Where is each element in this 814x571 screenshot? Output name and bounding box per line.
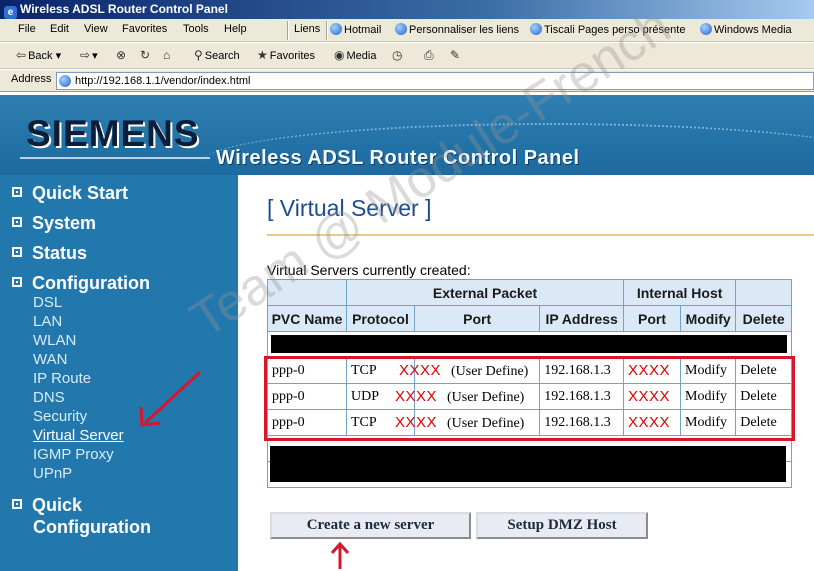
col-ip-address: IP Address [539, 305, 625, 332]
nav-wlan[interactable]: WLAN [33, 332, 76, 349]
back-button[interactable]: ⇦ Back ▾ [16, 48, 61, 62]
nav-quick-start[interactable]: Quick Start [12, 183, 128, 204]
globe-icon [530, 23, 542, 35]
nav-security[interactable]: Security [33, 408, 87, 425]
nav-configuration[interactable]: Configuration [12, 273, 150, 294]
refresh-button[interactable]: ↻ [140, 48, 152, 62]
media-button[interactable]: ◉ Media [334, 48, 376, 62]
search-icon: ⚲ [194, 48, 203, 62]
back-arrow-icon: ⇦ [16, 48, 27, 62]
page-icon [59, 75, 71, 87]
nav-lan[interactable]: LAN [33, 313, 62, 330]
favorites-button[interactable]: ★ Favorites [257, 48, 315, 62]
menu-view[interactable]: View [84, 23, 108, 35]
menu-help[interactable]: Help [224, 23, 247, 35]
globe-icon [330, 23, 342, 35]
home-button[interactable]: ⌂ [163, 48, 172, 62]
internal-host-header: Internal Host [623, 279, 737, 306]
history-button[interactable]: ◷ [392, 48, 404, 62]
ie-icon: e [4, 6, 17, 19]
table-group-header: External Packet Internal Host [267, 279, 792, 306]
external-packet-header: External Packet [345, 279, 625, 306]
col-ext-port: Port [413, 305, 541, 332]
annotation-highlight-box [264, 356, 795, 441]
edit-button[interactable]: ✎ [450, 48, 462, 62]
stop-button[interactable]: ⊗ [116, 48, 128, 62]
group-blank-right [735, 279, 792, 306]
address-url: http://192.168.1.1/vendor/index.html [75, 75, 251, 87]
nav-virtual-server[interactable]: Virtual Server [33, 427, 124, 444]
nav-dsl[interactable]: DSL [33, 294, 62, 311]
history-icon: ◷ [392, 48, 403, 62]
nav-wan[interactable]: WAN [33, 351, 67, 368]
forward-arrow-icon: ⇨ [80, 48, 91, 62]
nav-system[interactable]: System [12, 213, 96, 234]
link-hotmail[interactable]: Hotmail [330, 23, 381, 36]
redaction-bar [271, 335, 787, 353]
sidebar: Quick Start System Status Configuration … [0, 175, 238, 571]
menu-favorites[interactable]: Favorites [122, 23, 167, 35]
address-input[interactable]: http://192.168.1.1/vendor/index.html [56, 72, 814, 90]
address-bar: Address http://192.168.1.1/vendor/index.… [0, 70, 814, 92]
window-titlebar: e Wireless ADSL Router Control Panel [0, 0, 814, 19]
menu-tools[interactable]: Tools [183, 23, 209, 35]
nav-upnp[interactable]: UPnP [33, 465, 72, 482]
nav-quick-configuration-line2[interactable]: Configuration [33, 517, 151, 538]
nav-quick-configuration[interactable]: Quick [12, 495, 82, 516]
forward-button[interactable]: ⇨ ▾ [80, 48, 98, 62]
bullet-icon [12, 187, 22, 197]
window-title: Wireless ADSL Router Control Panel [20, 2, 228, 16]
bullet-icon [12, 217, 22, 227]
table-column-header: PVC Name Protocol Port IP Address Port M… [267, 305, 792, 332]
bullet-icon [12, 499, 22, 509]
links-separator [326, 21, 328, 40]
globe-icon [395, 23, 407, 35]
favorites-icon: ★ [257, 48, 268, 62]
col-protocol: Protocol [346, 305, 415, 332]
menu-edit[interactable]: Edit [50, 23, 69, 35]
search-button[interactable]: ⚲ Search [194, 48, 240, 62]
address-label: Address [11, 73, 52, 85]
link-personnaliser[interactable]: Personnaliser les liens [395, 23, 519, 36]
media-icon: ◉ [334, 48, 345, 62]
col-modify: Modify [680, 305, 737, 332]
globe-icon [700, 23, 712, 35]
menu-file[interactable]: File [18, 23, 36, 35]
nav-status[interactable]: Status [12, 243, 87, 264]
browser-toolbar: ⇦ Back ▾ ⇨ ▾ ⊗ ↻ ⌂ ⚲ Search ★ Favorites ◉ Med… [0, 43, 814, 69]
col-pvc-name: PVC Name [267, 305, 347, 332]
refresh-icon: ↻ [140, 48, 151, 62]
nav-ip-route[interactable]: IP Route [33, 370, 91, 387]
bullet-icon [12, 277, 22, 287]
col-delete: Delete [735, 305, 792, 332]
link-windows-media[interactable]: Windows Media [700, 23, 792, 36]
home-icon: ⌂ [163, 48, 171, 62]
edit-icon: ✎ [450, 48, 461, 62]
links-label[interactable]: Liens [294, 23, 320, 35]
redaction-bar [270, 446, 786, 482]
brand-logo: SIEMENS [26, 113, 200, 154]
stop-icon: ⊗ [116, 48, 127, 62]
logo-underline [20, 157, 210, 159]
create-server-button[interactable]: Create a new server [270, 512, 471, 539]
nav-igmp-proxy[interactable]: IGMP Proxy [33, 446, 114, 463]
col-int-port: Port [623, 305, 682, 332]
print-button[interactable]: ⎙ [424, 48, 436, 63]
menu-separator [287, 21, 289, 40]
setup-dmz-button[interactable]: Setup DMZ Host [476, 512, 648, 539]
nav-dns[interactable]: DNS [33, 389, 65, 406]
print-icon: ⎙ [424, 48, 434, 62]
menubar: File Edit View Favorites Tools Help Lien… [0, 19, 814, 42]
bullet-icon [12, 247, 22, 257]
